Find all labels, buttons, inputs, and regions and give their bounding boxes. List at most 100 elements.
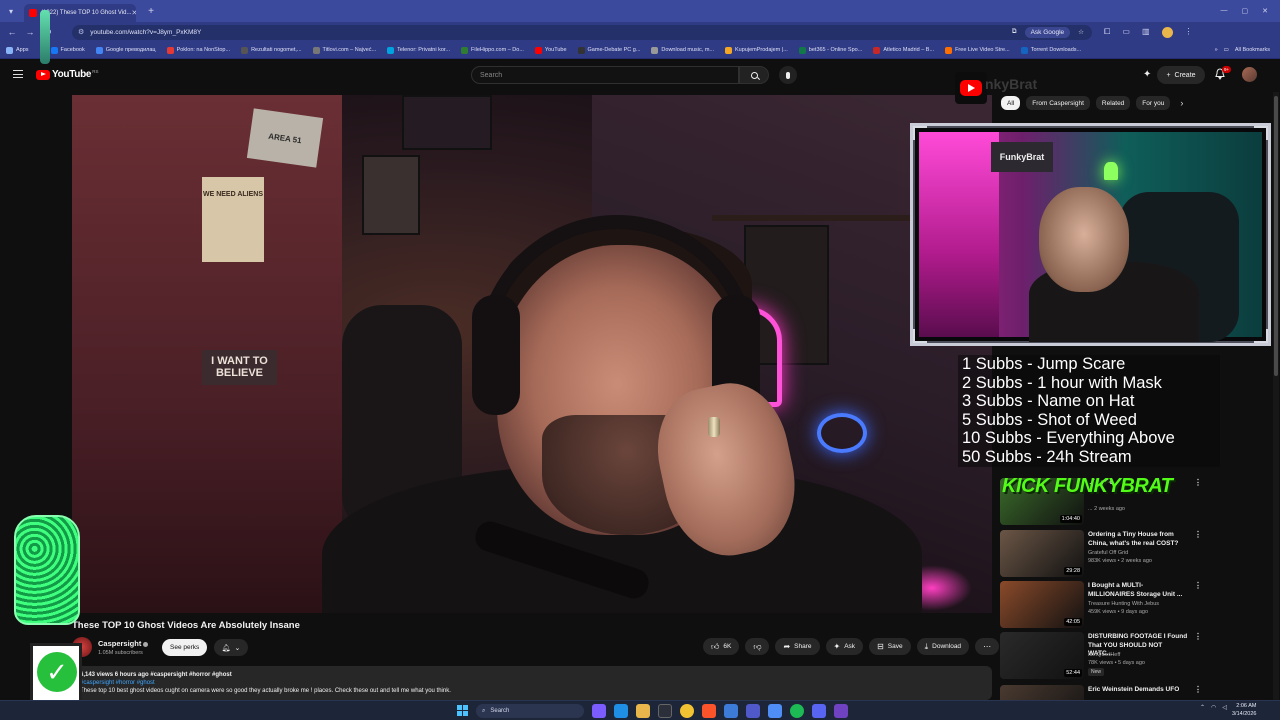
bookmark-item[interactable]: Poklon: na NonStop...	[166, 46, 230, 54]
subscription-bell-button[interactable]: 🔔︎ ⌄	[214, 639, 248, 656]
bookmark-item[interactable]: Telenor: Privatni kor...	[387, 46, 451, 54]
more-options-icon[interactable]: ⋮	[1194, 478, 1202, 487]
video-thumbnail[interactable]: 42:05	[1000, 581, 1084, 628]
more-actions-button[interactable]: ⋯	[975, 638, 1000, 655]
recommended-title[interactable]: I Bought a MULTI-MILLIONAIRES Storage Un…	[1088, 582, 1188, 599]
search-button[interactable]	[739, 66, 769, 84]
filter-chip[interactable]: For you	[1136, 96, 1171, 110]
bookmark-item[interactable]: Game-Debate PC g...	[577, 46, 640, 54]
recommended-video[interactable]: 29:28 Ordering a Tiny House from China, w…	[1000, 530, 1210, 578]
bookmark-item[interactable]: Free Live Video Stre...	[945, 46, 1010, 54]
file-explorer-icon[interactable]	[636, 704, 650, 718]
video-thumbnail[interactable]: 52:44	[1000, 632, 1084, 679]
like-button[interactable]: 👍︎ 6K	[703, 638, 740, 655]
see-perks-button[interactable]: See perks	[162, 639, 208, 656]
create-button[interactable]: + Create	[1157, 66, 1205, 84]
bookmark-item[interactable]: Titlovi.com – Najveć...	[312, 46, 376, 54]
sidepanel-icon[interactable]: ▥	[1142, 27, 1150, 38]
bookmark-item[interactable]: KupujemProdajem |...	[725, 46, 788, 54]
video-player[interactable]: AREA 51 WE NEED ALIENS I WANT TO BELIEVE	[72, 95, 992, 613]
youtube-logo[interactable]: YouTube RS	[36, 69, 98, 80]
create-label: Create	[1174, 71, 1196, 79]
bookmark-item[interactable]: Google преводилац	[95, 46, 156, 54]
more-options-icon[interactable]: ⋮	[1194, 685, 1202, 694]
menu-dots-icon[interactable]: ⋮	[1185, 27, 1193, 38]
app-icon[interactable]	[724, 704, 738, 718]
description-hashtags[interactable]: #caspersight #horror #ghost	[80, 679, 984, 687]
filter-chip[interactable]: All	[1001, 96, 1021, 110]
taskbar-search[interactable]: ⌕ Search	[476, 704, 584, 718]
bookmark-label: Telenor: Privatni kor...	[397, 47, 451, 53]
recommended-title[interactable]: Eric Weinstein Demands UFO	[1088, 686, 1188, 695]
recommended-video[interactable]: 52:44 DISTURBING FOOTAGE I Found That YOU…	[1000, 632, 1210, 680]
app-icon[interactable]	[768, 704, 782, 718]
filter-chip[interactable]: Related	[1095, 96, 1131, 110]
recommended-channel[interactable]: IamQuietHeff	[1088, 652, 1120, 658]
all-bookmarks-button[interactable]: » ▭ All Bookmarks	[1215, 47, 1280, 53]
store-icon[interactable]	[658, 704, 672, 718]
new-tab-icon[interactable]: +	[144, 4, 158, 18]
filter-chip[interactable]: From Caspersight	[1026, 96, 1090, 110]
bookmark-item[interactable]: Download music, m...	[651, 46, 714, 54]
wifi-icon[interactable]: ◠	[1211, 704, 1216, 711]
search-input[interactable]: Search	[471, 66, 739, 84]
extensions-icon[interactable]: ⧠	[1104, 27, 1110, 38]
ask-button[interactable]: ✦ Ask	[825, 638, 864, 655]
more-options-icon[interactable]: ⋮	[1194, 530, 1202, 539]
tray-chevron-icon[interactable]: ⌃	[1200, 704, 1205, 711]
spotify-icon[interactable]	[790, 704, 804, 718]
close-window-icon[interactable]: ✕	[1262, 7, 1268, 15]
video-thumbnail[interactable]: 29:28	[1000, 530, 1084, 577]
bookmark-item[interactable]: Facebook	[50, 46, 85, 54]
chrome-icon[interactable]	[680, 704, 694, 718]
voice-search-button[interactable]	[779, 66, 797, 84]
ask-google-button[interactable]: Ask Google	[1024, 26, 1071, 38]
hamburger-menu-icon[interactable]	[13, 70, 23, 78]
edge-icon[interactable]	[614, 704, 628, 718]
more-options-icon[interactable]: ⋮	[1194, 632, 1202, 641]
more-options-icon[interactable]: ⋮	[1194, 581, 1202, 590]
recommended-title[interactable]: Ordering a Tiny House from China, what's…	[1088, 531, 1188, 548]
bookmark-item[interactable]: FileHippo.com – Do...	[461, 46, 524, 54]
channel-name[interactable]: Caspersight	[98, 639, 149, 648]
address-bar[interactable]: ⚙ youtube.com/watch?v=J8ym_PxKM8Y ⧉ Ask …	[72, 24, 1092, 40]
minimize-icon[interactable]: —	[1221, 7, 1228, 15]
share-screen-icon[interactable]: ✦	[1143, 69, 1151, 80]
bookmark-item[interactable]: Apps	[6, 46, 29, 54]
install-icon[interactable]: ⧉	[1012, 28, 1017, 36]
scrollbar-thumb[interactable]	[1274, 96, 1278, 376]
recommended-channel[interactable]: Treasure Hunting With Jebus	[1088, 601, 1159, 607]
windows-start-icon[interactable]	[457, 705, 468, 716]
site-info-icon[interactable]: ⚙	[78, 28, 84, 36]
forward-icon[interactable]: →	[24, 27, 36, 37]
bookmark-item[interactable]: Atletico Madrid – B...	[873, 46, 934, 54]
bookmark-item[interactable]: Torrent Downloads...	[1020, 46, 1081, 54]
profile-avatar[interactable]	[1161, 26, 1173, 38]
account-avatar[interactable]	[1242, 67, 1257, 82]
bookmark-item[interactable]: bet365 - Online Spo...	[798, 46, 862, 54]
share-button[interactable]: ➦ Share	[775, 638, 820, 655]
bookmark-item[interactable]: Rezultati nogomet,...	[241, 46, 302, 54]
copilot-icon[interactable]	[592, 704, 606, 718]
taskbar-apps	[592, 704, 848, 718]
chips-next-icon[interactable]: ›	[1180, 98, 1183, 108]
download-button[interactable]: ⤓ Download	[916, 638, 970, 655]
bookmark-item[interactable]: YouTube	[534, 46, 567, 54]
back-icon[interactable]: ←	[6, 27, 18, 37]
discord-icon[interactable]	[812, 704, 826, 718]
volume-icon[interactable]: ◁	[1222, 704, 1227, 711]
recommended-video[interactable]: 42:05 I Bought a MULTI-MILLIONAIRES Stora…	[1000, 581, 1210, 629]
teams-icon[interactable]	[746, 704, 760, 718]
bookmark-star-icon[interactable]: ☆	[1078, 28, 1084, 36]
tab-search-icon[interactable]: ▾	[4, 4, 18, 18]
maximize-icon[interactable]: ▢	[1242, 7, 1249, 15]
clock[interactable]: 2:06 AM 3/14/2026	[1232, 703, 1256, 718]
app-icon[interactable]	[834, 704, 848, 718]
description-box[interactable]: 6,143 views 6 hours ago #caspersight #ho…	[72, 666, 992, 700]
dislike-button[interactable]: 👎︎	[745, 638, 770, 655]
save-button[interactable]: ⊟ Save	[869, 638, 911, 655]
cast-icon[interactable]: ▭	[1122, 27, 1130, 38]
brave-icon[interactable]	[702, 704, 716, 718]
close-tab-icon[interactable]: ✕	[132, 9, 136, 17]
recommended-channel[interactable]: Grateful Off Grid	[1088, 550, 1128, 556]
